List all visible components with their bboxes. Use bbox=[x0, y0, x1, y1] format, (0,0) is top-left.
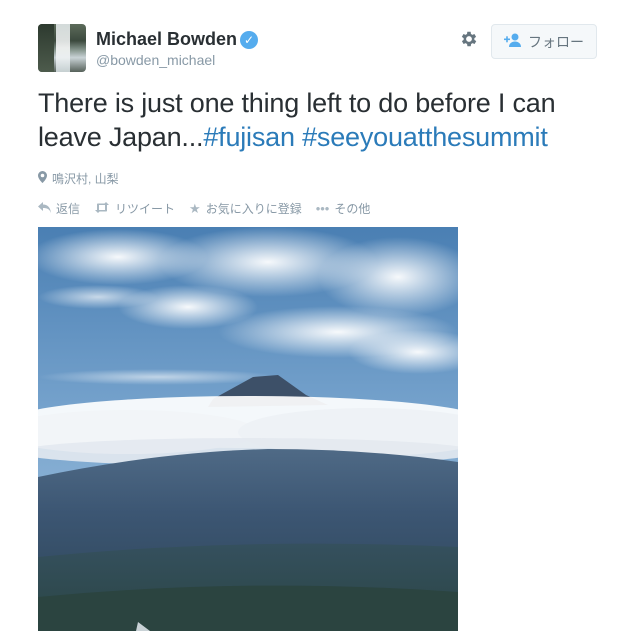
follow-button[interactable]: フォロー bbox=[491, 24, 597, 59]
verified-badge-icon: ✓ bbox=[240, 31, 258, 49]
pin-icon bbox=[38, 171, 47, 186]
tweet-text: There is just one thing left to do befor… bbox=[38, 86, 608, 154]
retweet-label: リツイート bbox=[115, 202, 176, 216]
reply-button[interactable]: 返信 bbox=[38, 200, 80, 217]
tweet-location[interactable]: 鳴沢村, 山梨 bbox=[38, 170, 119, 187]
retweet-button[interactable]: リツイート bbox=[94, 200, 175, 217]
avatar[interactable] bbox=[38, 24, 86, 72]
gear-icon-svg bbox=[461, 31, 477, 47]
location-label: 鳴沢村, 山梨 bbox=[52, 172, 119, 186]
reply-label: 返信 bbox=[56, 202, 81, 216]
tweet-photo[interactable] bbox=[38, 227, 458, 631]
hashtag-seeyouatthesummit[interactable]: #seeyouatthesummit bbox=[302, 122, 548, 152]
reply-icon bbox=[38, 201, 51, 216]
add-user-icon bbox=[504, 33, 522, 51]
more-button[interactable]: ••• その他 bbox=[316, 200, 371, 217]
favorite-button[interactable]: ★ お気に入りに登録 bbox=[189, 200, 302, 217]
follow-label: フォロー bbox=[528, 33, 584, 50]
user-name[interactable]: Michael Bowden bbox=[96, 29, 237, 50]
tweet-actions: 返信 リツイート ★ お気に入りに登録 ••• その他 bbox=[38, 200, 370, 217]
more-dots-icon: ••• bbox=[315, 201, 330, 216]
star-icon: ★ bbox=[189, 200, 201, 216]
favorite-label: お気に入りに登録 bbox=[205, 202, 302, 216]
user-handle[interactable]: @bowden_michael bbox=[96, 52, 215, 68]
more-label: その他 bbox=[334, 202, 371, 216]
avatar-rock bbox=[38, 24, 54, 72]
retweet-icon bbox=[94, 201, 110, 216]
gear-icon[interactable] bbox=[458, 29, 480, 51]
hashtag-fujisan[interactable]: #fujisan bbox=[203, 122, 295, 152]
avatar-waterfall bbox=[56, 24, 70, 72]
mount-fuji-photo bbox=[38, 227, 458, 631]
